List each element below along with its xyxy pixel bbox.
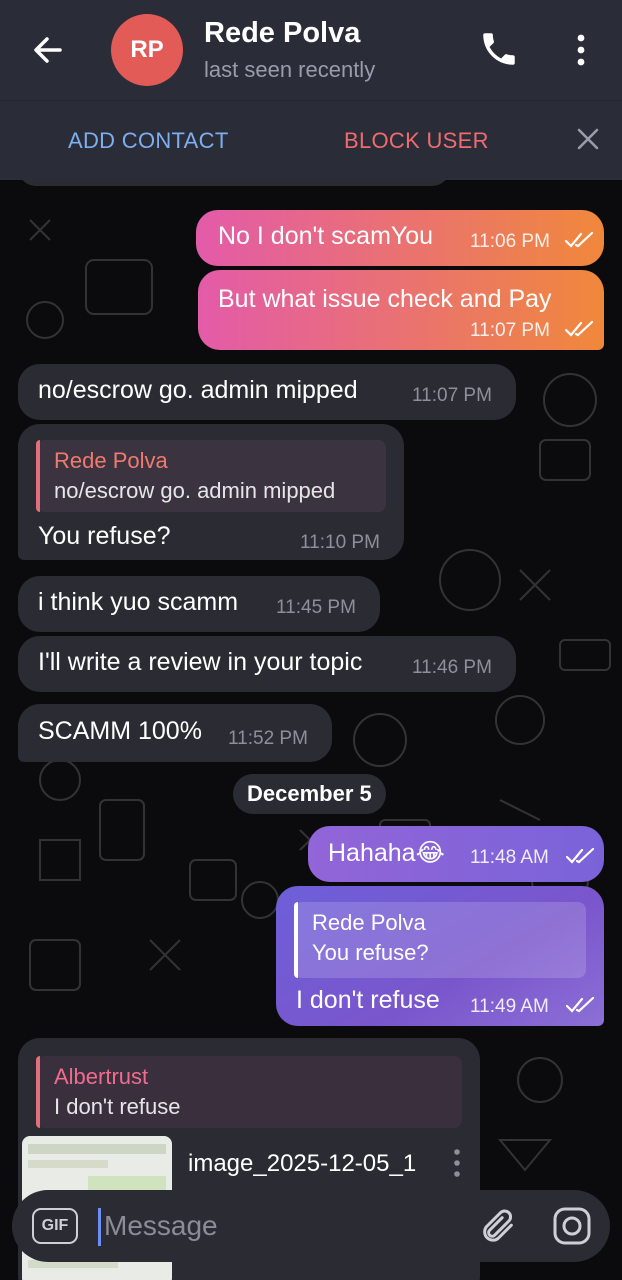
reply-quote[interactable]: Rede Polva no/escrow go. admin mipped: [36, 440, 386, 512]
message-composer: GIF: [12, 1190, 610, 1262]
message-time: 11:52 PM: [228, 728, 308, 749]
message-time: 11:45 PM: [276, 597, 356, 618]
block-user-button[interactable]: BLOCK USER: [344, 128, 489, 154]
message-text: No I don't scamYou: [218, 222, 434, 250]
message-bubble-outgoing[interactable]: No I don't scamYou 11:06 PM: [196, 210, 604, 266]
thumbnail-content: [28, 1144, 166, 1154]
add-contact-button[interactable]: ADD CONTACT: [68, 128, 229, 154]
reply-quote[interactable]: Rede Polva You refuse?: [294, 902, 586, 978]
contact-action-bar: ADD CONTACT BLOCK USER: [0, 100, 622, 180]
message-time: 11:49 AM: [470, 996, 549, 1017]
contact-name[interactable]: Rede Polva: [204, 17, 360, 50]
message-bubble-incoming[interactable]: i think yuo scamm 11:45 PM: [18, 576, 380, 632]
message-bubble-incoming[interactable]: no/escrow go. admin mipped 11:07 PM: [18, 364, 516, 420]
chat-header: RP Rede Polva last seen recently: [0, 0, 622, 100]
more-vertical-icon[interactable]: [452, 1148, 462, 1178]
chat-area[interactable]: No I don't scamYou 11:06 PM But what iss…: [0, 180, 622, 1280]
reply-text: I don't refuse: [54, 1094, 181, 1119]
message-bubble-outgoing[interactable]: Rede Polva You refuse? I don't refuse 11…: [276, 886, 604, 1026]
message-text: Hahaha😂: [328, 839, 445, 867]
reply-quote[interactable]: Albertrust I don't refuse: [36, 1056, 462, 1128]
reply-text: no/escrow go. admin mipped: [54, 478, 336, 503]
message-time: 11:10 PM: [300, 532, 380, 553]
message-bubble-clipped: [18, 180, 450, 186]
file-name[interactable]: image_2025-12-05_1: [188, 1150, 416, 1178]
more-vertical-icon[interactable]: [566, 30, 596, 70]
paperclip-icon[interactable]: [478, 1206, 518, 1246]
reply-author: Rede Polva: [312, 910, 426, 935]
thumbnail-content: [28, 1160, 108, 1168]
arrow-left-icon[interactable]: [28, 30, 68, 70]
message-bubble-outgoing[interactable]: But what issue check and Pay 11:07 PM: [198, 270, 604, 350]
message-text: I'll write a review in your topic: [38, 648, 363, 676]
reply-author: Albertrust: [54, 1064, 149, 1089]
date-separator: December 5: [233, 774, 386, 814]
reply-text: You refuse?: [312, 940, 429, 965]
message-bubble-incoming[interactable]: I'll write a review in your topic 11:46 …: [18, 636, 516, 692]
message-bubble-incoming[interactable]: SCAMM 100% 11:52 PM: [18, 704, 332, 762]
message-text: But what issue check and Pay: [218, 285, 552, 313]
last-seen-status: last seen recently: [204, 57, 376, 82]
message-text: i think yuo scamm: [38, 588, 239, 616]
message-text: I don't refuse: [296, 986, 440, 1014]
avatar[interactable]: RP: [111, 14, 183, 86]
camera-icon[interactable]: [550, 1204, 594, 1248]
message-input[interactable]: [104, 1204, 464, 1248]
message-text: no/escrow go. admin mipped: [38, 376, 358, 404]
read-check-icon: [565, 232, 594, 248]
message-bubble-incoming[interactable]: Rede Polva no/escrow go. admin mipped Yo…: [18, 424, 404, 560]
message-time: 11:46 PM: [412, 657, 492, 678]
message-time: 11:48 AM: [470, 847, 549, 868]
reply-author: Rede Polva: [54, 448, 168, 473]
message-time: 11:06 PM: [470, 231, 550, 252]
close-icon[interactable]: [574, 125, 602, 153]
text-cursor: [98, 1208, 101, 1246]
read-check-icon: [566, 848, 595, 864]
message-bubble-outgoing[interactable]: Hahaha😂 11:48 AM: [308, 826, 604, 882]
message-text: You refuse?: [38, 522, 171, 550]
gif-button[interactable]: GIF: [32, 1208, 78, 1244]
message-text: SCAMM 100%: [38, 717, 202, 745]
read-check-icon: [566, 997, 595, 1013]
message-time: 11:07 PM: [470, 320, 550, 341]
message-time: 11:07 PM: [412, 385, 492, 406]
read-check-icon: [565, 321, 594, 337]
phone-icon[interactable]: [478, 28, 520, 70]
